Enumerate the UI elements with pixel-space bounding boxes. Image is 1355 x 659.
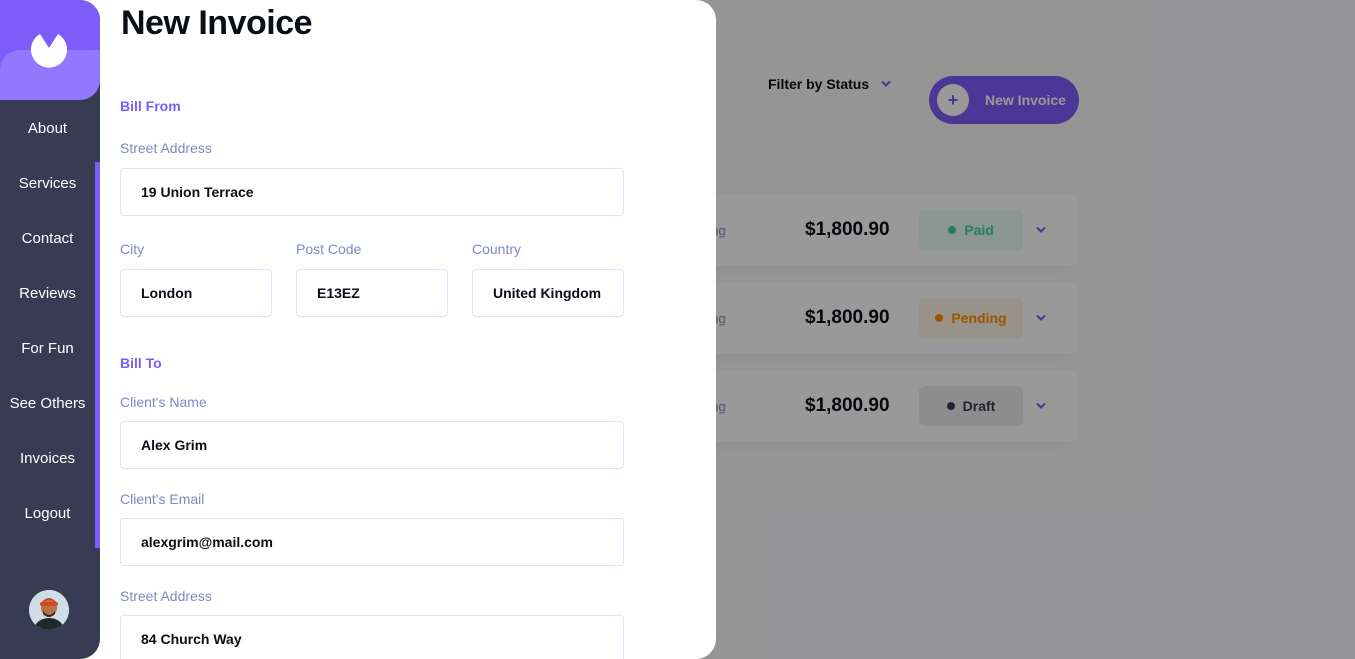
client-email-input[interactable]: alexgrim@mail.com <box>120 518 624 566</box>
bill-from-heading: Bill From <box>120 98 181 114</box>
to-street-input[interactable]: 84 Church Way <box>120 615 624 659</box>
sidebar-item-contact[interactable]: Contact <box>0 211 95 266</box>
from-country-input[interactable]: United Kingdom <box>472 269 624 317</box>
from-country-label: Country <box>472 241 522 257</box>
client-name-input[interactable]: Alex Grim <box>120 421 624 469</box>
from-postcode-label: Post Code <box>296 241 362 257</box>
sidebar-item-services[interactable]: Services <box>0 156 95 211</box>
from-postcode-input[interactable]: E13EZ <box>296 269 448 317</box>
from-street-input[interactable]: 19 Union Terrace <box>120 168 624 216</box>
sidebar-item-see-others[interactable]: See Others <box>0 376 95 431</box>
nav-active-indicator <box>95 162 100 548</box>
sidebar-item-logout[interactable]: Logout <box>0 486 95 541</box>
sidebar-nav: About Services Contact Reviews For Fun S… <box>0 101 95 541</box>
sidebar-item-for-fun[interactable]: For Fun <box>0 321 95 376</box>
from-city-input[interactable]: London <box>120 269 272 317</box>
new-invoice-panel: New Invoice Bill From Street Address 19 … <box>0 0 716 659</box>
client-email-label: Client's Email <box>120 491 205 507</box>
avatar[interactable] <box>29 590 69 630</box>
sidebar-item-invoices[interactable]: Invoices <box>0 431 95 486</box>
client-name-label: Client's Name <box>120 394 207 410</box>
user-avatar-icon <box>29 590 69 630</box>
half-circle-logo-icon <box>31 34 68 68</box>
from-street-label: Street Address <box>120 140 212 156</box>
sidebar-item-reviews[interactable]: Reviews <box>0 266 95 321</box>
sidebar: About Services Contact Reviews For Fun S… <box>0 0 100 659</box>
page-title: New Invoice <box>121 4 313 42</box>
sidebar-item-about[interactable]: About <box>0 101 95 156</box>
logo[interactable] <box>0 0 100 100</box>
to-street-label: Street Address <box>120 588 212 604</box>
from-city-label: City <box>120 241 145 257</box>
bill-to-heading: Bill To <box>120 355 162 371</box>
